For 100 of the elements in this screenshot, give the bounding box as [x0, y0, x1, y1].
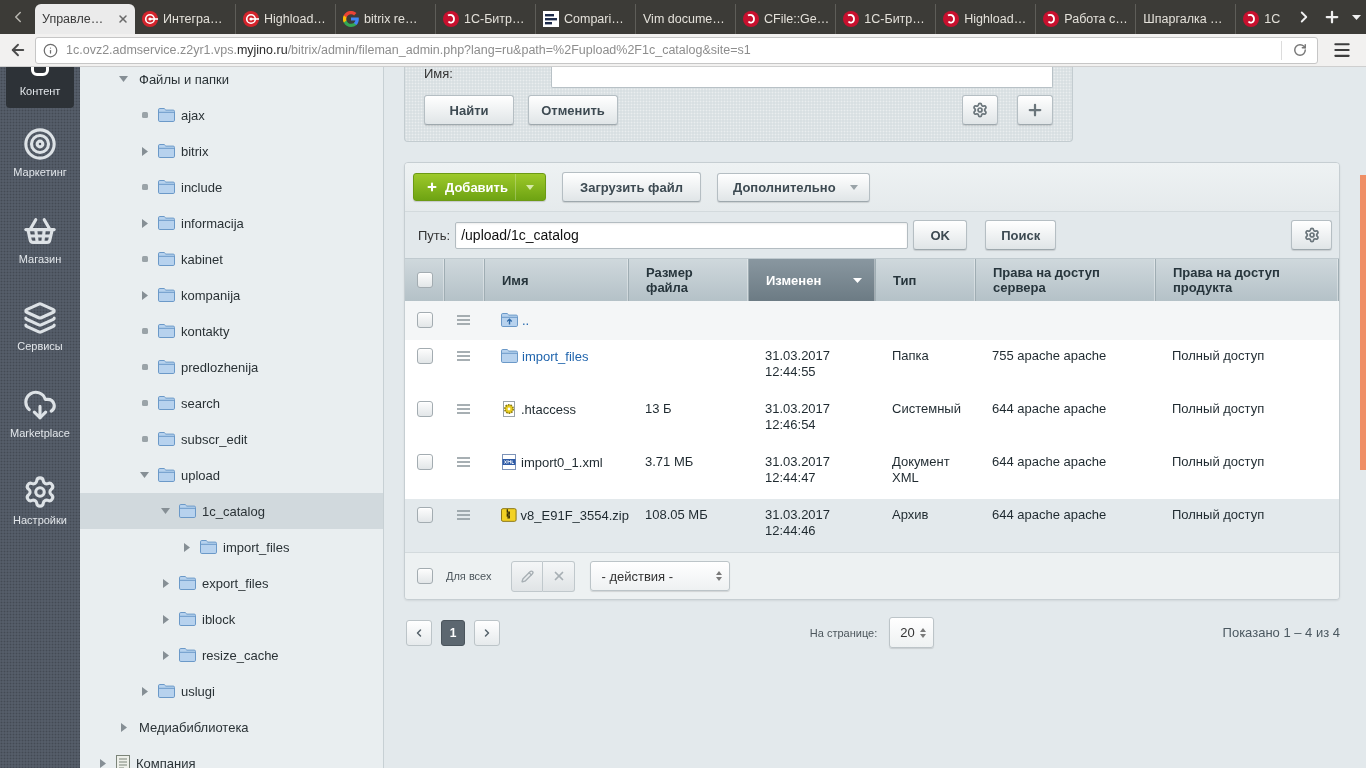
- tree-item[interactable]: ajax: [80, 97, 383, 133]
- tree-item[interactable]: import_files: [80, 529, 383, 565]
- tree-item[interactable]: resize_cache: [80, 637, 383, 673]
- more-dropdown-button[interactable]: Дополнительно: [717, 172, 870, 202]
- server-rights: 755 apache apache: [991, 348, 1108, 364]
- row-menu-icon[interactable]: [457, 510, 470, 520]
- dropdown-icon[interactable]: [1351, 14, 1361, 20]
- caret-right-icon[interactable]: [141, 218, 148, 228]
- tree-item[interactable]: uslugi: [80, 673, 383, 709]
- cancel-button[interactable]: Отменить: [528, 95, 618, 125]
- gear-icon: [1303, 227, 1320, 243]
- file-size: 3.71 МБ: [644, 454, 695, 470]
- find-button[interactable]: Найти: [424, 95, 514, 125]
- tree-item[interactable]: Медиабиблиотека: [80, 709, 383, 745]
- cloud-download-icon: [23, 388, 57, 422]
- folder-icon: [158, 180, 175, 194]
- tree-item[interactable]: subscr_edit: [80, 421, 383, 457]
- modified-date: 31.03.2017 12:44:46: [764, 507, 832, 539]
- caret-down-icon: [850, 184, 858, 190]
- search-button[interactable]: Поиск: [985, 220, 1057, 250]
- target-icon: [142, 11, 158, 27]
- circle-logo-icon: [743, 11, 759, 27]
- next-page-button[interactable]: [474, 619, 500, 646]
- caret-right-icon[interactable]: [141, 146, 148, 156]
- nav-item[interactable]: Магазин: [0, 195, 80, 282]
- tree-item[interactable]: Файлы и папки: [80, 67, 383, 97]
- tree-item[interactable]: search: [80, 385, 383, 421]
- tree-item[interactable]: informacija: [80, 205, 383, 241]
- row-menu-icon[interactable]: [457, 404, 470, 414]
- select-all-checkbox[interactable]: [417, 272, 433, 288]
- product-rights: Полный доступ: [1171, 507, 1266, 523]
- per-page-select[interactable]: 20: [889, 617, 935, 648]
- caret-down-icon[interactable]: [119, 76, 128, 82]
- tree-item[interactable]: kompanija: [80, 277, 383, 313]
- caret-right-icon[interactable]: [162, 650, 169, 660]
- menu-icon[interactable]: [1332, 40, 1352, 60]
- row-menu-icon[interactable]: [457, 315, 470, 325]
- field-label: Имя:: [424, 67, 454, 83]
- row-checkbox[interactable]: [417, 312, 433, 328]
- reload-icon[interactable]: [1292, 43, 1307, 57]
- info-icon[interactable]: [43, 42, 58, 58]
- tree-item[interactable]: iblock: [80, 601, 383, 637]
- sort-arrow-icon: [853, 277, 862, 283]
- caret-right-icon[interactable]: [141, 686, 148, 696]
- actions-select[interactable]: - действия -: [590, 561, 731, 591]
- caret-down-icon[interactable]: [140, 472, 149, 478]
- row-checkbox[interactable]: [417, 454, 433, 470]
- circle-logo-icon: [443, 11, 459, 27]
- tree-item[interactable]: kontakty: [80, 313, 383, 349]
- row-checkbox[interactable]: [417, 348, 433, 364]
- folder-icon: [179, 504, 196, 518]
- caret-right-icon[interactable]: [141, 290, 148, 300]
- caret-right-icon[interactable]: [120, 722, 127, 732]
- page-button[interactable]: 1: [441, 619, 465, 646]
- tree-item[interactable]: Компания: [80, 745, 383, 768]
- prev-page-button[interactable]: [406, 619, 432, 646]
- tree-item[interactable]: export_files: [80, 565, 383, 601]
- settings-button[interactable]: [962, 95, 998, 125]
- tree-item[interactable]: upload: [80, 457, 383, 493]
- for-all-label: Для всех: [446, 570, 492, 582]
- close-icon[interactable]: [117, 13, 129, 25]
- settings-button[interactable]: [1291, 220, 1332, 250]
- tree-item[interactable]: 1c_catalog: [80, 493, 383, 529]
- browser-tab[interactable]: Управле…: [35, 4, 135, 34]
- caret-right-icon[interactable]: [99, 758, 106, 768]
- caret-right-icon[interactable]: [183, 542, 190, 552]
- add-filter-button[interactable]: [1017, 95, 1053, 125]
- path-input[interactable]: /upload/1c_catalog: [455, 221, 909, 249]
- folder-icon: [158, 432, 175, 446]
- name-input[interactable]: [551, 67, 1053, 88]
- folder-up-icon: [501, 313, 518, 327]
- for-all-checkbox[interactable]: [417, 568, 433, 584]
- scrollbar-thumb[interactable]: [1360, 175, 1366, 470]
- caret-down-icon[interactable]: [161, 508, 170, 514]
- folder-icon: [179, 648, 196, 662]
- nav-item[interactable]: Маркетинг: [0, 108, 80, 195]
- address-bar[interactable]: 1c.ovz2.admservice.z2yr1.vps.myjino.ru/bitrix/admin/fileman_admin.php?lang=ru&path=%2Fupload%2F1c_catalog&site=s1: [35, 36, 1318, 64]
- row-checkbox[interactable]: [417, 401, 433, 417]
- gear-file-icon: [501, 401, 517, 417]
- upload-button[interactable]: Загрузить файл: [562, 172, 701, 202]
- column-header[interactable]: Изменен: [749, 259, 876, 301]
- caret-right-icon[interactable]: [162, 614, 169, 624]
- tree-item[interactable]: kabinet: [80, 241, 383, 277]
- tree-item[interactable]: predlozhenija: [80, 349, 383, 385]
- tree-item[interactable]: include: [80, 169, 383, 205]
- modified-date: 31.03.2017 12:44:47: [764, 454, 832, 486]
- tree-item[interactable]: bitrix: [80, 133, 383, 169]
- browser-tab[interactable]: Интегра…: [135, 4, 235, 34]
- file-name-link[interactable]: import_files: [522, 348, 589, 364]
- row-menu-icon[interactable]: [457, 457, 470, 467]
- caret-right-icon[interactable]: [162, 578, 169, 588]
- ok-button[interactable]: OK: [913, 220, 968, 250]
- nav-item[interactable]: Marketplace: [0, 369, 80, 456]
- nav-item[interactable]: Настройки: [0, 456, 80, 543]
- file-name: import0_1.xml: [521, 454, 603, 470]
- nav-item[interactable]: Контент: [6, 67, 74, 108]
- row-checkbox[interactable]: [417, 507, 433, 523]
- nav-item[interactable]: Сервисы: [0, 282, 80, 369]
- file-name-link[interactable]: ..: [522, 312, 530, 328]
- row-menu-icon[interactable]: [457, 351, 470, 361]
